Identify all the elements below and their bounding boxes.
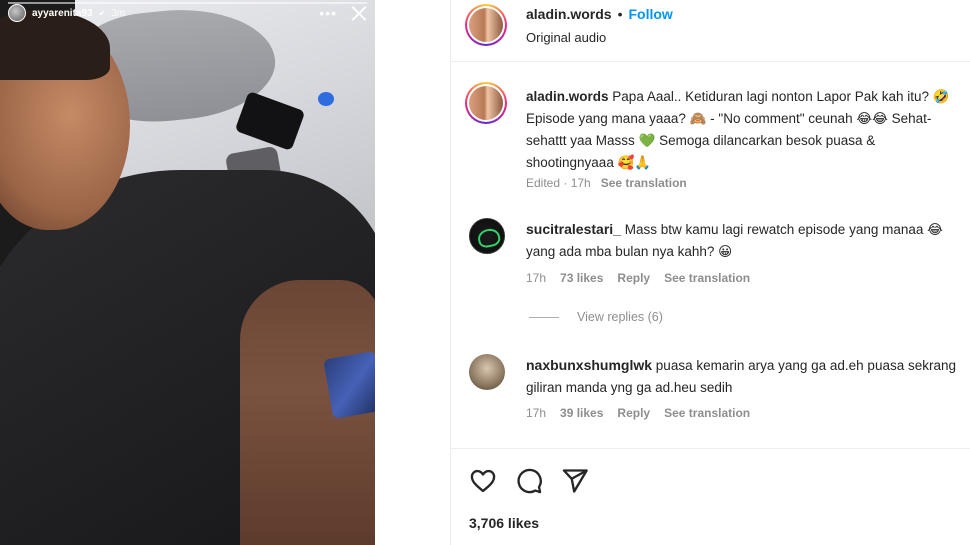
- story-time: 3m: [111, 7, 126, 19]
- author-line: aladin.words • Follow: [526, 6, 673, 22]
- caption-avatar[interactable]: [465, 82, 507, 124]
- comment-meta: 17h 73 likes Reply See translation: [526, 271, 750, 285]
- likes-count[interactable]: 3,706 likes: [469, 515, 539, 531]
- caption-meta: Edited · 17h See translation: [526, 176, 687, 190]
- commenter-username[interactable]: sucitralestari_: [526, 221, 621, 237]
- comment-text: sucitralestari_ Mass btw kamu lagi rewat…: [526, 218, 966, 263]
- more-horizontal-icon[interactable]: •••: [319, 6, 337, 20]
- commenter-avatar[interactable]: [469, 354, 505, 390]
- story-viewer[interactable]: ayyarenita93 ✔ 3m •••: [0, 0, 375, 545]
- comment-time: 17h: [526, 271, 547, 285]
- post-panel: aladin.words • Follow Original audio ala…: [450, 0, 970, 545]
- action-bar: 3,706 likes: [451, 448, 970, 545]
- reply-button[interactable]: Reply: [617, 406, 650, 420]
- comment-meta: 17h 39 likes Reply See translation: [526, 406, 750, 420]
- comment-icon[interactable]: [515, 467, 543, 495]
- story-username[interactable]: ayyarenita93: [32, 8, 93, 19]
- post-header: aladin.words • Follow Original audio: [451, 0, 970, 62]
- author-avatar[interactable]: [465, 4, 507, 46]
- caption-text: aladin.words Papa Aaal.. Ketiduran lagi …: [526, 86, 966, 174]
- audio-label[interactable]: Original audio: [526, 30, 606, 45]
- comment-likes[interactable]: 73 likes: [560, 271, 603, 285]
- reply-button[interactable]: Reply: [617, 271, 650, 285]
- share-icon[interactable]: [561, 467, 589, 495]
- comment-text: naxbunxshumglwk puasa kemarin arya yang …: [526, 354, 966, 399]
- verified-badge-icon: ✔: [98, 8, 106, 18]
- caption-edited-time: Edited · 17h: [526, 176, 591, 190]
- story-avatar[interactable]: [8, 4, 26, 22]
- handheld-phone: [323, 350, 375, 420]
- caption-see-translation[interactable]: See translation: [601, 176, 687, 190]
- follow-button[interactable]: Follow: [628, 6, 672, 22]
- view-replies-label[interactable]: View replies (6): [577, 310, 663, 324]
- see-translation-link[interactable]: See translation: [664, 406, 750, 420]
- close-icon[interactable]: [351, 5, 367, 21]
- commenter-username[interactable]: naxbunxshumglwk: [526, 357, 652, 373]
- comment-time: 17h: [526, 406, 547, 420]
- view-replies-button[interactable]: View replies (6): [529, 310, 663, 324]
- author-username[interactable]: aladin.words: [526, 6, 612, 22]
- heart-icon[interactable]: [469, 467, 497, 495]
- comment-likes[interactable]: 39 likes: [560, 406, 603, 420]
- story-actions: •••: [319, 5, 367, 21]
- commenter-avatar[interactable]: [469, 218, 505, 254]
- story-header: ayyarenita93 ✔ 3m •••: [8, 4, 367, 22]
- caption-username[interactable]: aladin.words: [526, 89, 609, 104]
- see-translation-link[interactable]: See translation: [664, 271, 750, 285]
- separator-dot: •: [617, 6, 623, 22]
- replies-divider: [529, 316, 559, 318]
- blue-object: [318, 92, 334, 106]
- post-actions: [469, 467, 589, 495]
